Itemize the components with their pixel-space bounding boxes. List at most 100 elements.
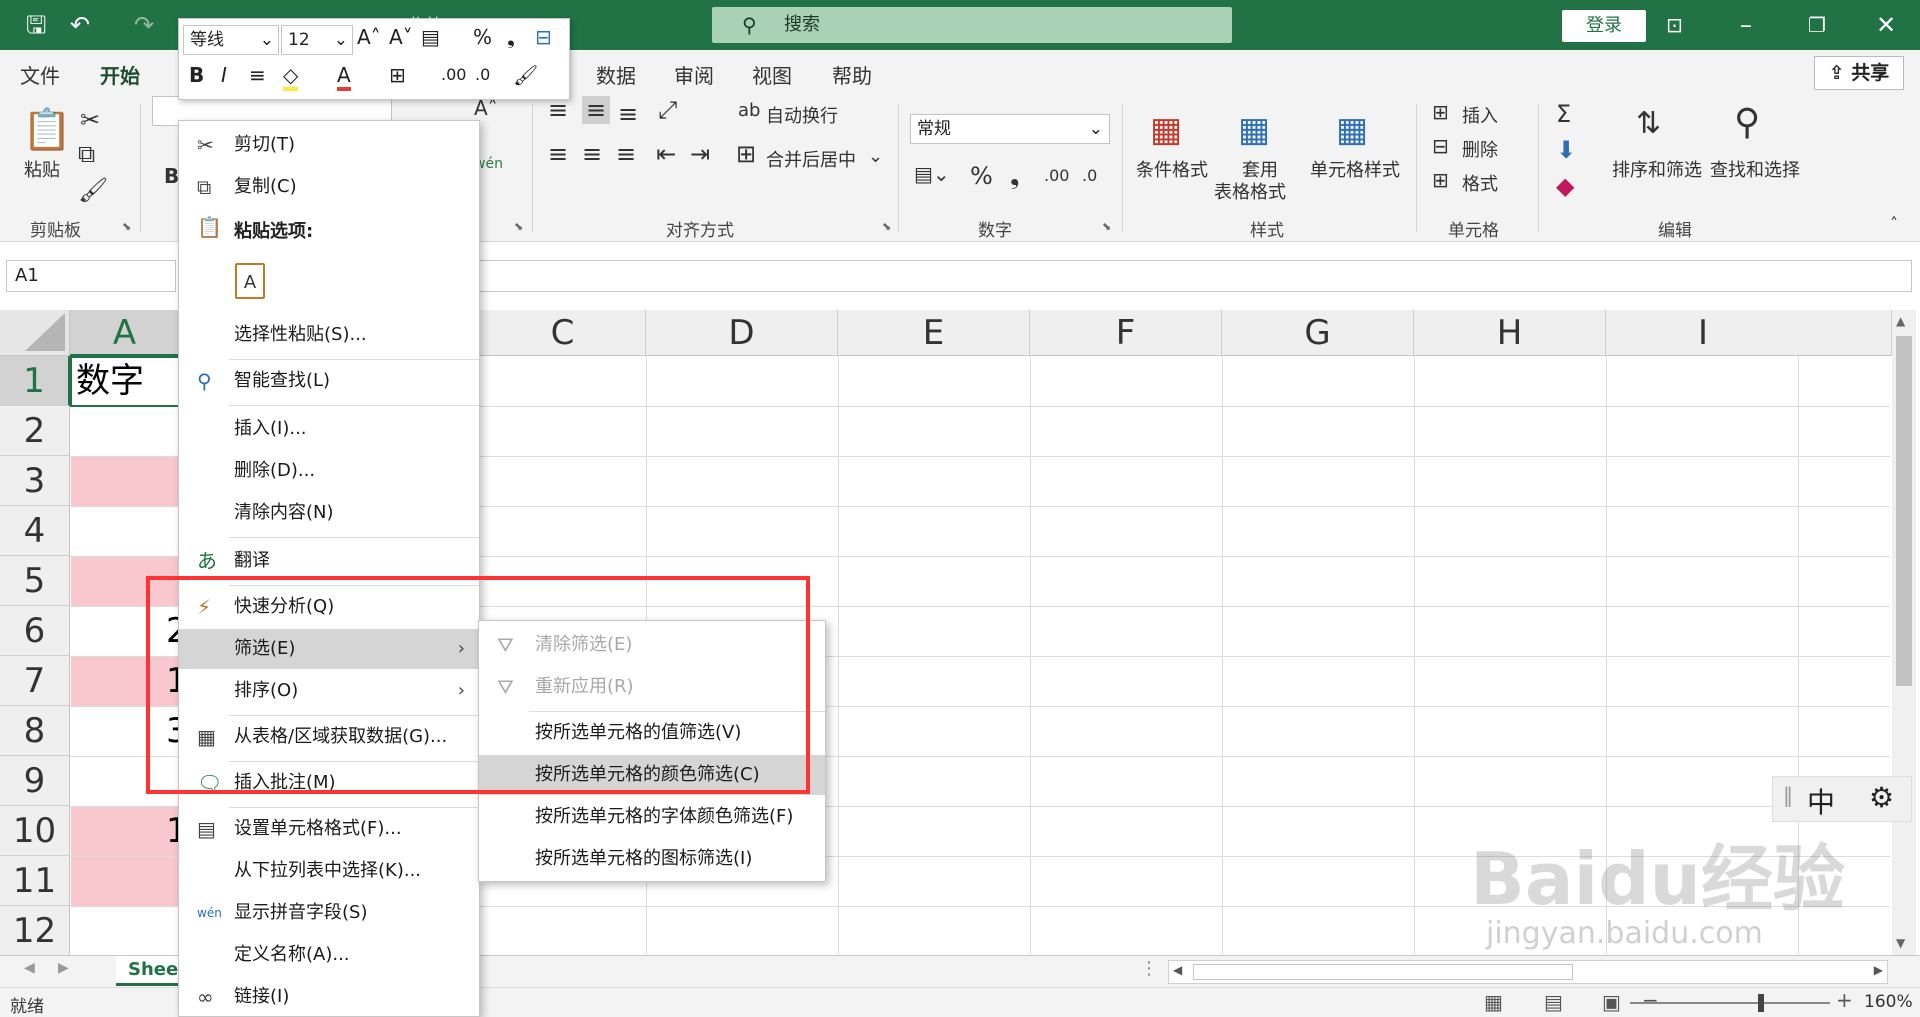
number-launcher-icon[interactable]: ⬊	[1102, 220, 1111, 233]
ime-widget[interactable]: ‖ 中 ⚙	[1772, 776, 1912, 822]
find-select-button[interactable]: 查找和选择	[1710, 156, 1800, 182]
conditional-format-button[interactable]: 条件格式	[1136, 156, 1208, 182]
grow-font-icon[interactable]: A˄	[357, 25, 381, 49]
merge-center-icon[interactable]: ⊟	[535, 25, 552, 49]
name-box[interactable]: A1	[6, 260, 176, 292]
menu-link[interactable]: ∞ 链接(I)	[179, 977, 479, 1017]
row-header-7[interactable]: 7	[0, 656, 70, 706]
submenu-filter-by-icon[interactable]: 按所选单元格的图标筛选(I)	[479, 839, 825, 879]
scroll-left-icon[interactable]: ◀	[1173, 963, 1182, 977]
format-cells-icon[interactable]: ⊞	[1432, 168, 1449, 192]
decrease-decimal-mini-icon[interactable]: .0	[475, 65, 490, 84]
row-header-10[interactable]: 10	[0, 806, 70, 856]
delete-cells-button[interactable]: 删除	[1462, 136, 1498, 162]
table-format-button-l2[interactable]: 表格格式	[1214, 178, 1286, 204]
increase-decimal-icon[interactable]: .00	[1044, 166, 1069, 185]
align-top-icon[interactable]: ≡	[548, 96, 568, 124]
cell-style-button[interactable]: 单元格样式	[1310, 156, 1400, 182]
col-header-c[interactable]: C	[480, 310, 646, 356]
mini-font-name[interactable]: 等线 ⌄	[183, 25, 279, 55]
menu-insert[interactable]: 插入(I)...	[179, 409, 479, 449]
row-header-9[interactable]: 9	[0, 756, 70, 806]
conditional-format-icon[interactable]: ▦	[1150, 110, 1182, 150]
clear-icon[interactable]: ◆	[1556, 172, 1574, 200]
mini-font-size[interactable]: 12 ⌄	[281, 25, 353, 55]
page-break-icon[interactable]: ▣	[1602, 990, 1621, 1014]
share-button[interactable]: ⇪ 共享	[1814, 56, 1904, 90]
scroll-down-icon[interactable]: ▼	[1896, 936, 1905, 950]
bold-button[interactable]: B	[164, 164, 179, 188]
accounting-format-icon[interactable]: ▤	[421, 25, 440, 49]
horizontal-scrollbar[interactable]: ◀ ▶	[1168, 960, 1888, 984]
more-icon[interactable]: ⋮	[1140, 958, 1158, 979]
sort-filter-button[interactable]: 排序和筛选	[1612, 156, 1702, 182]
align-right-icon[interactable]: ≡	[616, 140, 636, 168]
align-middle-icon[interactable]: ≡	[582, 96, 611, 124]
decrease-decimal-icon[interactable]: .0	[1082, 166, 1097, 185]
clipboard-launcher-icon[interactable]: ⬊	[122, 220, 131, 233]
percent-icon[interactable]: %	[970, 162, 993, 190]
page-layout-icon[interactable]: ▤	[1544, 990, 1563, 1014]
tab-data[interactable]: 数据	[596, 60, 636, 89]
scroll-right-icon[interactable]: ▶	[1874, 963, 1883, 977]
menu-define-name[interactable]: 定义名称(A)...	[179, 935, 479, 975]
menu-format-cells[interactable]: ▤ 设置单元格格式(F)...	[179, 809, 479, 849]
center-align-icon[interactable]: ≡	[249, 63, 266, 87]
percent-style-icon[interactable]: %	[473, 25, 492, 49]
menu-cut[interactable]: ✂ 剪切(T)	[179, 125, 479, 165]
menu-copy[interactable]: ⧉ 复制(C)	[179, 167, 479, 207]
select-all-corner[interactable]	[0, 310, 70, 356]
fill-color-icon[interactable]: ◇	[283, 63, 299, 91]
row-header-6[interactable]: 6	[0, 606, 70, 656]
row-header-11[interactable]: 11	[0, 856, 70, 906]
row-header-12[interactable]: 12	[0, 906, 70, 955]
italic-icon[interactable]: I	[221, 63, 227, 87]
col-header-e[interactable]: E	[838, 310, 1030, 356]
row-header-1[interactable]: 1	[0, 356, 70, 406]
submenu-filter-by-font-color[interactable]: 按所选单元格的字体颜色筛选(F)	[479, 797, 825, 837]
number-format-combo[interactable]: 常规 ⌄	[910, 114, 1110, 144]
row-header-2[interactable]: 2	[0, 406, 70, 456]
row-header-4[interactable]: 4	[0, 506, 70, 556]
scroll-thumb[interactable]	[1896, 336, 1912, 686]
tab-help[interactable]: 帮助	[832, 60, 872, 89]
insert-cells-button[interactable]: 插入	[1462, 102, 1498, 128]
wrap-text-button[interactable]: 自动换行	[766, 102, 838, 128]
align-center-icon[interactable]: ≡	[582, 140, 602, 168]
formula-input[interactable]	[440, 260, 1912, 292]
tab-review[interactable]: 审阅	[674, 60, 714, 89]
ribbon-display-icon[interactable]: ⊡	[1666, 10, 1683, 40]
col-header-i[interactable]: I	[1606, 310, 1892, 356]
bold-icon[interactable]: B	[189, 63, 204, 87]
close-icon[interactable]: ✕	[1876, 10, 1896, 40]
paste-keep-text-icon[interactable]: A	[235, 263, 265, 299]
search-box[interactable]: ⚲ 搜索	[712, 7, 1232, 43]
vertical-scrollbar[interactable]: ▲ ▼	[1892, 310, 1916, 956]
comma-style-icon[interactable]: ❟	[507, 25, 515, 49]
menu-clear-contents[interactable]: 清除内容(N)	[179, 493, 479, 533]
delete-cells-icon[interactable]: ⊟	[1432, 134, 1449, 158]
merge-icon[interactable]: ⊞	[736, 140, 756, 168]
col-header-f[interactable]: F	[1030, 310, 1222, 356]
fill-icon[interactable]: ⬇	[1556, 136, 1576, 164]
menu-pick-from-list[interactable]: 从下拉列表中选择(K)...	[179, 851, 479, 891]
tab-home[interactable]: 开始	[100, 60, 140, 99]
redo-icon[interactable]: ↷	[134, 10, 154, 40]
font-color-icon[interactable]: A	[337, 63, 351, 91]
accounting-icon[interactable]: ▤⌄	[914, 162, 950, 186]
menu-smart-lookup[interactable]: ⚲ 智能查找(L)	[179, 361, 479, 401]
cell-style-icon[interactable]: ▦	[1336, 110, 1368, 150]
menu-paste-special[interactable]: 选择性粘贴(S)...	[179, 315, 479, 355]
collapse-ribbon-icon[interactable]: ˄	[1890, 214, 1898, 233]
normal-view-icon[interactable]: ▦	[1484, 990, 1503, 1014]
save-icon[interactable]: 🖫	[26, 10, 46, 40]
table-format-icon[interactable]: ▦	[1238, 110, 1270, 150]
align-left-icon[interactable]: ≡	[548, 140, 568, 168]
increase-indent-icon[interactable]: ⇥	[690, 140, 710, 168]
undo-icon[interactable]: ↶	[70, 10, 90, 40]
col-header-g[interactable]: G	[1222, 310, 1414, 356]
comma-icon[interactable]: ❟	[1010, 162, 1019, 190]
merge-center-button[interactable]: 合并后居中	[766, 146, 856, 172]
tab-file[interactable]: 文件	[20, 60, 60, 89]
zoom-thumb[interactable]	[1758, 994, 1764, 1012]
